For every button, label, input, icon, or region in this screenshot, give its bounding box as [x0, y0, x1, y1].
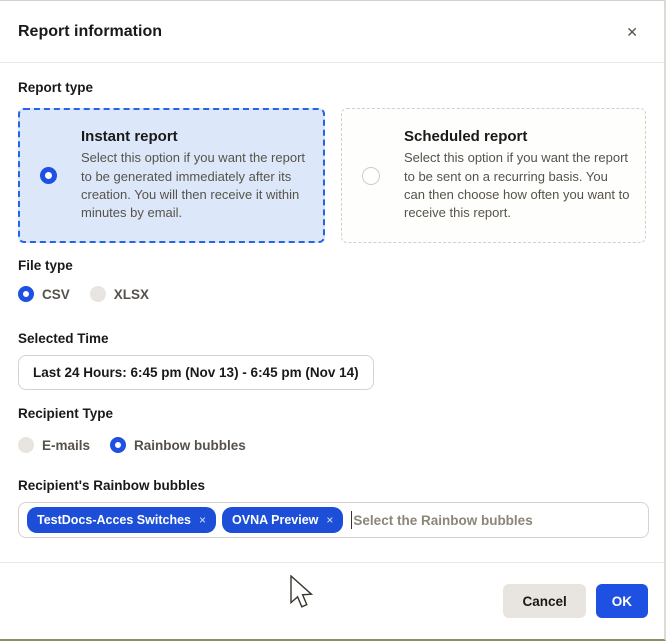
- tag-remove-icon[interactable]: ×: [199, 513, 206, 527]
- rainbow-bubbles-input[interactable]: [353, 513, 640, 528]
- scheduled-report-title: Scheduled report: [404, 128, 631, 145]
- recipient-type-options: E-mails Rainbow bubbles: [18, 437, 646, 453]
- dialog-footer: Cancel OK: [0, 562, 664, 639]
- rainbow-bubbles-select[interactable]: TestDocs-Acces Switches × OVNA Preview ×: [18, 502, 649, 538]
- tag-label: OVNA Preview: [232, 513, 318, 527]
- tag-ovna-preview: OVNA Preview ×: [222, 507, 343, 533]
- tag-label: TestDocs-Acces Switches: [37, 513, 191, 527]
- cancel-button[interactable]: Cancel: [503, 584, 585, 618]
- text-caret: [351, 511, 352, 529]
- recipient-type-label: Recipient Type: [18, 406, 646, 421]
- dialog-title: Report information: [18, 23, 162, 41]
- instant-report-card[interactable]: Instant report Select this option if you…: [18, 108, 325, 243]
- recipients-label: Recipient's Rainbow bubbles: [18, 478, 646, 493]
- ok-button[interactable]: OK: [596, 584, 648, 618]
- instant-report-text: Instant report Select this option if you…: [81, 128, 309, 223]
- tag-remove-icon[interactable]: ×: [326, 513, 333, 527]
- instant-report-radio[interactable]: [40, 167, 57, 184]
- emails-radio-label[interactable]: E-mails: [42, 438, 90, 453]
- csv-radio[interactable]: [18, 286, 34, 302]
- instant-report-description: Select this option if you want the repor…: [81, 149, 309, 223]
- instant-report-title: Instant report: [81, 128, 309, 145]
- scheduled-report-card[interactable]: Scheduled report Select this option if y…: [341, 108, 646, 243]
- tag-testdocs-acces-switches: TestDocs-Acces Switches ×: [27, 507, 216, 533]
- report-type-label: Report type: [18, 80, 646, 95]
- report-type-cards: Instant report Select this option if you…: [18, 108, 646, 243]
- file-type-label: File type: [18, 258, 646, 273]
- selected-time-label: Selected Time: [18, 331, 646, 346]
- csv-radio-label[interactable]: CSV: [42, 287, 70, 302]
- xlsx-radio[interactable]: [90, 286, 106, 302]
- selected-time-value[interactable]: Last 24 Hours: 6:45 pm (Nov 13) - 6:45 p…: [18, 355, 374, 390]
- dialog-header: Report information ✕: [0, 1, 664, 63]
- close-icon[interactable]: ✕: [626, 25, 638, 39]
- rainbow-bubbles-radio-label[interactable]: Rainbow bubbles: [134, 438, 246, 453]
- report-information-dialog: Report information ✕ Report type Instant…: [0, 0, 666, 641]
- xlsx-radio-label[interactable]: XLSX: [114, 287, 149, 302]
- scheduled-report-text: Scheduled report Select this option if y…: [404, 128, 631, 223]
- file-type-options: CSV XLSX: [18, 286, 646, 302]
- dialog-body: Report type Instant report Select this o…: [0, 80, 664, 538]
- scheduled-report-description: Select this option if you want the repor…: [404, 149, 631, 223]
- emails-radio[interactable]: [18, 437, 34, 453]
- scheduled-report-radio[interactable]: [362, 167, 380, 185]
- rainbow-bubbles-radio[interactable]: [110, 437, 126, 453]
